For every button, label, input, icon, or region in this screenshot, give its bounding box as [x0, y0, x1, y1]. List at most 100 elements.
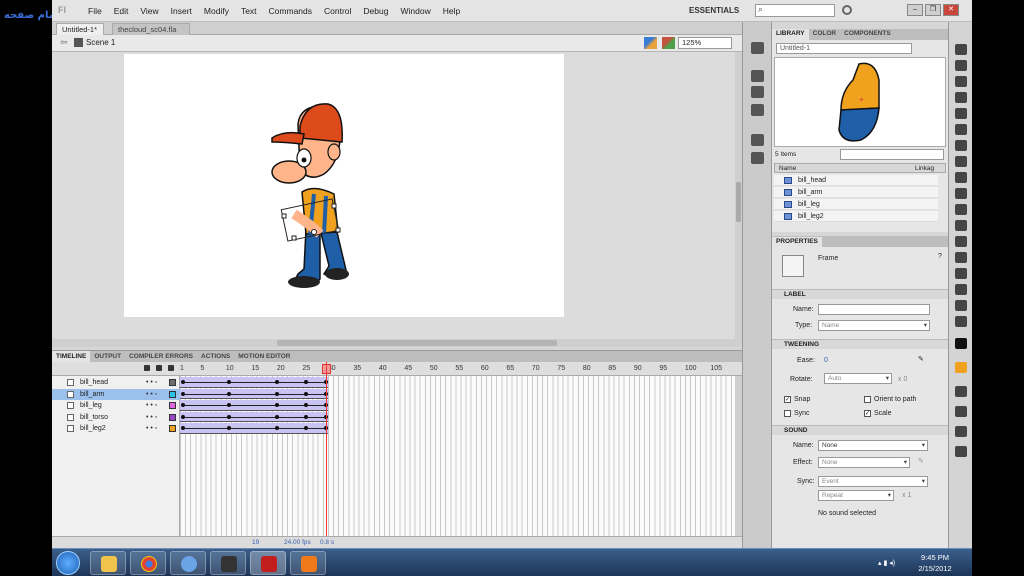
stage-vertical-scrollbar[interactable]	[735, 52, 742, 339]
keyframe[interactable]	[275, 414, 279, 419]
ruler-frame-70[interactable]: 70	[532, 365, 540, 372]
rectangle-tool-icon[interactable]	[955, 172, 967, 183]
layer-outline-color[interactable]	[169, 425, 176, 432]
menu-commands[interactable]: Commands	[263, 0, 318, 22]
section-tweening[interactable]: TWEENING	[772, 339, 948, 349]
rotate-select[interactable]: Auto	[824, 373, 892, 384]
menu-modify[interactable]: Modify	[198, 0, 235, 22]
ease-value[interactable]: 0	[824, 357, 828, 364]
clock[interactable]: 9:45 PM 2/15/2012	[910, 552, 960, 574]
help-icon[interactable]: ?	[938, 253, 942, 260]
doc-tab-untitled[interactable]: Untitled-1*	[56, 23, 104, 35]
ruler-frame-75[interactable]: 75	[557, 365, 565, 372]
eyedropper-tool-icon[interactable]	[955, 268, 967, 279]
taskbar-flash[interactable]	[250, 551, 286, 575]
layer-name[interactable]: bill_leg2	[80, 423, 106, 434]
tab-color[interactable]: COLOR	[809, 29, 840, 40]
menu-control[interactable]: Control	[318, 0, 357, 22]
outline-icon[interactable]	[168, 365, 174, 371]
section-label[interactable]: LABEL	[772, 289, 948, 299]
system-tray-icons[interactable]: ▴ ▮ ◂)	[878, 559, 895, 567]
menu-insert[interactable]: Insert	[165, 0, 198, 22]
sound-sync-select[interactable]: Event	[818, 476, 928, 487]
ruler-frame-60[interactable]: 60	[481, 365, 489, 372]
keyframe[interactable]	[181, 380, 185, 384]
text-tool-icon[interactable]	[955, 140, 967, 151]
stage[interactable]	[124, 54, 564, 317]
layer-row-bill-head[interactable]: bill_head • • ▫	[52, 377, 180, 389]
layer-row-bill-arm[interactable]: bill_arm • • ▫	[52, 388, 180, 400]
stroke-color-icon[interactable]	[955, 338, 967, 349]
section-sound[interactable]: SOUND	[772, 425, 948, 435]
ruler-frame-20[interactable]: 20	[277, 365, 285, 372]
layer-name[interactable]: bill_arm	[80, 389, 105, 400]
workspace-switcher[interactable]: ESSENTIALS	[689, 0, 739, 22]
layer-row-bill-leg2[interactable]: bill_leg2 • • ▫	[52, 423, 180, 435]
keyframe[interactable]	[181, 426, 185, 430]
bone-tool-icon[interactable]	[955, 236, 967, 247]
3d-rotation-tool-icon[interactable]	[955, 92, 967, 103]
keyframe[interactable]	[181, 391, 185, 396]
ruler-frame-85[interactable]: 85	[608, 365, 616, 372]
tab-motion-editor[interactable]: MOTION EDITOR	[234, 351, 294, 362]
keyframe[interactable]	[304, 414, 308, 419]
layer-row-bill-torso[interactable]: bill_torso • • ▫	[52, 412, 180, 424]
ruler-frame-25[interactable]: 25	[302, 365, 310, 372]
frame-name-input[interactable]	[818, 304, 930, 315]
menu-edit[interactable]: Edit	[108, 0, 135, 22]
line-tool-icon[interactable]	[955, 156, 967, 167]
minimize-button[interactable]: –	[907, 4, 923, 16]
eye-icon[interactable]	[144, 365, 150, 371]
keyframe[interactable]	[227, 380, 231, 384]
motion-tween-span[interactable]	[180, 423, 328, 434]
tab-output[interactable]: OUTPUT	[90, 351, 125, 362]
frame-rate[interactable]: 24.00 fps	[284, 539, 311, 546]
ruler-frame-65[interactable]: 65	[506, 365, 514, 372]
col-name[interactable]: Name	[779, 165, 796, 172]
tab-library[interactable]: LIBRARY	[772, 29, 809, 40]
layer-name[interactable]: bill_leg	[80, 400, 102, 411]
eraser-tool-icon[interactable]	[955, 284, 967, 295]
taskbar-chrome[interactable]	[130, 551, 166, 575]
current-frame[interactable]: 19	[252, 539, 259, 546]
layer-visibility-dots[interactable]: • • ▫	[146, 377, 157, 388]
lock-icon[interactable]	[156, 365, 162, 371]
lasso-tool-icon[interactable]	[955, 108, 967, 119]
zoom-select[interactable]: 125%	[678, 37, 732, 49]
effect-select[interactable]: None	[818, 457, 910, 468]
motion-tween-span[interactable]	[180, 377, 328, 388]
keyframe[interactable]	[275, 403, 279, 407]
components-icon[interactable]	[751, 152, 764, 164]
layer-outline-color[interactable]	[169, 402, 176, 409]
layer-name[interactable]: bill_head	[80, 377, 108, 388]
keyframe[interactable]	[304, 380, 308, 384]
history-icon[interactable]	[751, 42, 764, 54]
layer-outline-color[interactable]	[169, 390, 176, 398]
label-type-select[interactable]: Name	[818, 320, 930, 331]
ruler-frame-100[interactable]: 100	[685, 365, 697, 372]
fill-color-icon[interactable]	[955, 362, 967, 373]
scrollbar-thumb[interactable]	[277, 340, 557, 346]
selection-tool-icon[interactable]	[955, 44, 967, 55]
menu-text[interactable]: Text	[235, 0, 263, 22]
code-snippets-icon[interactable]	[751, 134, 764, 146]
edit-scene-icon[interactable]	[644, 37, 657, 49]
sound-name-select[interactable]: None	[818, 440, 928, 451]
motion-tween-span[interactable]	[180, 388, 328, 399]
motion-tween-span[interactable]	[180, 411, 328, 422]
library-item-bill-leg2[interactable]: bill_leg2	[774, 211, 938, 222]
pen-tool-icon[interactable]	[955, 124, 967, 135]
keyframe[interactable]	[181, 403, 185, 407]
layer-visibility-dots[interactable]: • • ▫	[146, 423, 157, 434]
menu-window[interactable]: Window	[394, 0, 436, 22]
keyframe[interactable]	[275, 426, 279, 430]
library-item-bill-head[interactable]: bill_head	[774, 175, 938, 186]
start-button[interactable]	[56, 551, 80, 575]
hand-tool-icon[interactable]	[955, 300, 967, 311]
layer-visibility-dots[interactable]: • • ▫	[146, 412, 157, 423]
menu-help[interactable]: Help	[437, 0, 466, 22]
taskbar-player[interactable]	[290, 551, 326, 575]
transform-icon[interactable]	[751, 104, 764, 116]
ruler-frame-35[interactable]: 35	[353, 365, 361, 372]
brush-tool-icon[interactable]	[955, 204, 967, 215]
